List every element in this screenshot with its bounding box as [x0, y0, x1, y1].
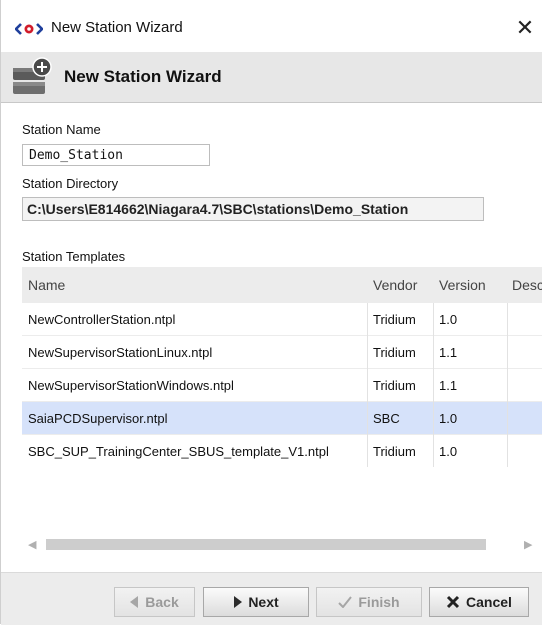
row-vendor-cell: Tridium	[373, 378, 416, 393]
row-name-cell: NewSupervisorStationLinux.ntpl	[28, 345, 213, 360]
banner-heading: New Station Wizard	[64, 67, 222, 86]
wizard-window: New Station Wizard ✕ New Station Wizard …	[0, 0, 542, 625]
station-templates-label: Station Templates	[22, 249, 126, 264]
station-name-input[interactable]	[22, 144, 210, 166]
back-button[interactable]: Back	[114, 587, 195, 617]
back-arrow-icon	[130, 596, 139, 608]
next-arrow-icon	[233, 596, 243, 608]
new-station-database-icon	[11, 56, 53, 98]
column-header-description[interactable]: Desc	[512, 277, 542, 293]
row-version-cell: 1.1	[439, 378, 458, 393]
column-divider	[367, 303, 368, 467]
row-vendor-cell: SBC	[373, 411, 400, 426]
column-header-name[interactable]: Name	[28, 277, 65, 293]
next-button[interactable]: Next	[203, 587, 309, 617]
cancel-x-icon	[446, 595, 460, 609]
row-name-cell: NewControllerStation.ntpl	[28, 312, 176, 327]
column-header-vendor[interactable]: Vendor	[373, 277, 417, 293]
table-header: Name Vendor Version Desc	[22, 267, 542, 303]
niagara-logo-icon	[14, 22, 44, 36]
checkmark-icon	[338, 596, 353, 608]
table-row-selected[interactable]: SaiaPCDSupervisor.ntpl SBC 1.0	[22, 402, 542, 435]
row-name-cell: SaiaPCDSupervisor.ntpl	[28, 411, 168, 426]
cancel-button[interactable]: Cancel	[429, 587, 529, 617]
row-version-cell: 1.0	[439, 411, 458, 426]
close-button[interactable]: ✕	[511, 14, 539, 42]
next-button-label: Next	[248, 594, 279, 610]
row-version-cell: 1.0	[439, 312, 458, 327]
row-name-cell: NewSupervisorStationWindows.ntpl	[28, 378, 234, 393]
finish-button-label: Finish	[358, 594, 400, 610]
column-divider	[507, 303, 508, 467]
horizontal-scrollbar[interactable]: ◀ ▶	[22, 535, 542, 555]
window-title: New Station Wizard	[51, 19, 183, 36]
table-row[interactable]: NewSupervisorStationWindows.ntpl Tridium…	[22, 369, 542, 402]
column-header-version[interactable]: Version	[439, 277, 486, 293]
table-row[interactable]: NewControllerStation.ntpl Tridium 1.0	[22, 303, 542, 336]
station-templates-table: Name Vendor Version Desc NewControllerSt…	[22, 267, 542, 467]
scrollbar-thumb[interactable]	[46, 539, 486, 550]
column-divider	[433, 303, 434, 467]
scroll-left-icon[interactable]: ◀	[28, 538, 36, 551]
table-row[interactable]: NewSupervisorStationLinux.ntpl Tridium 1…	[22, 336, 542, 369]
back-button-label: Back	[145, 594, 179, 610]
station-directory-field: C:\Users\E814662\Niagara4.7\SBC\stations…	[22, 197, 484, 221]
wizard-banner: New Station Wizard	[1, 52, 542, 103]
scroll-right-icon[interactable]: ▶	[524, 538, 532, 551]
row-version-cell: 1.0	[439, 444, 458, 459]
station-name-label: Station Name	[22, 122, 101, 137]
station-directory-label: Station Directory	[22, 176, 119, 191]
row-vendor-cell: Tridium	[373, 312, 416, 327]
row-vendor-cell: Tridium	[373, 444, 416, 459]
cancel-button-label: Cancel	[466, 594, 512, 610]
finish-button[interactable]: Finish	[316, 587, 422, 617]
row-name-cell: SBC_SUP_TrainingCenter_SBUS_template_V1.…	[28, 444, 329, 459]
row-version-cell: 1.1	[439, 345, 458, 360]
table-row[interactable]: SBC_SUP_TrainingCenter_SBUS_template_V1.…	[22, 435, 542, 467]
row-vendor-cell: Tridium	[373, 345, 416, 360]
title-bar: New Station Wizard ✕	[1, 0, 542, 52]
button-bar: Back Next Finish Cancel	[1, 572, 542, 625]
